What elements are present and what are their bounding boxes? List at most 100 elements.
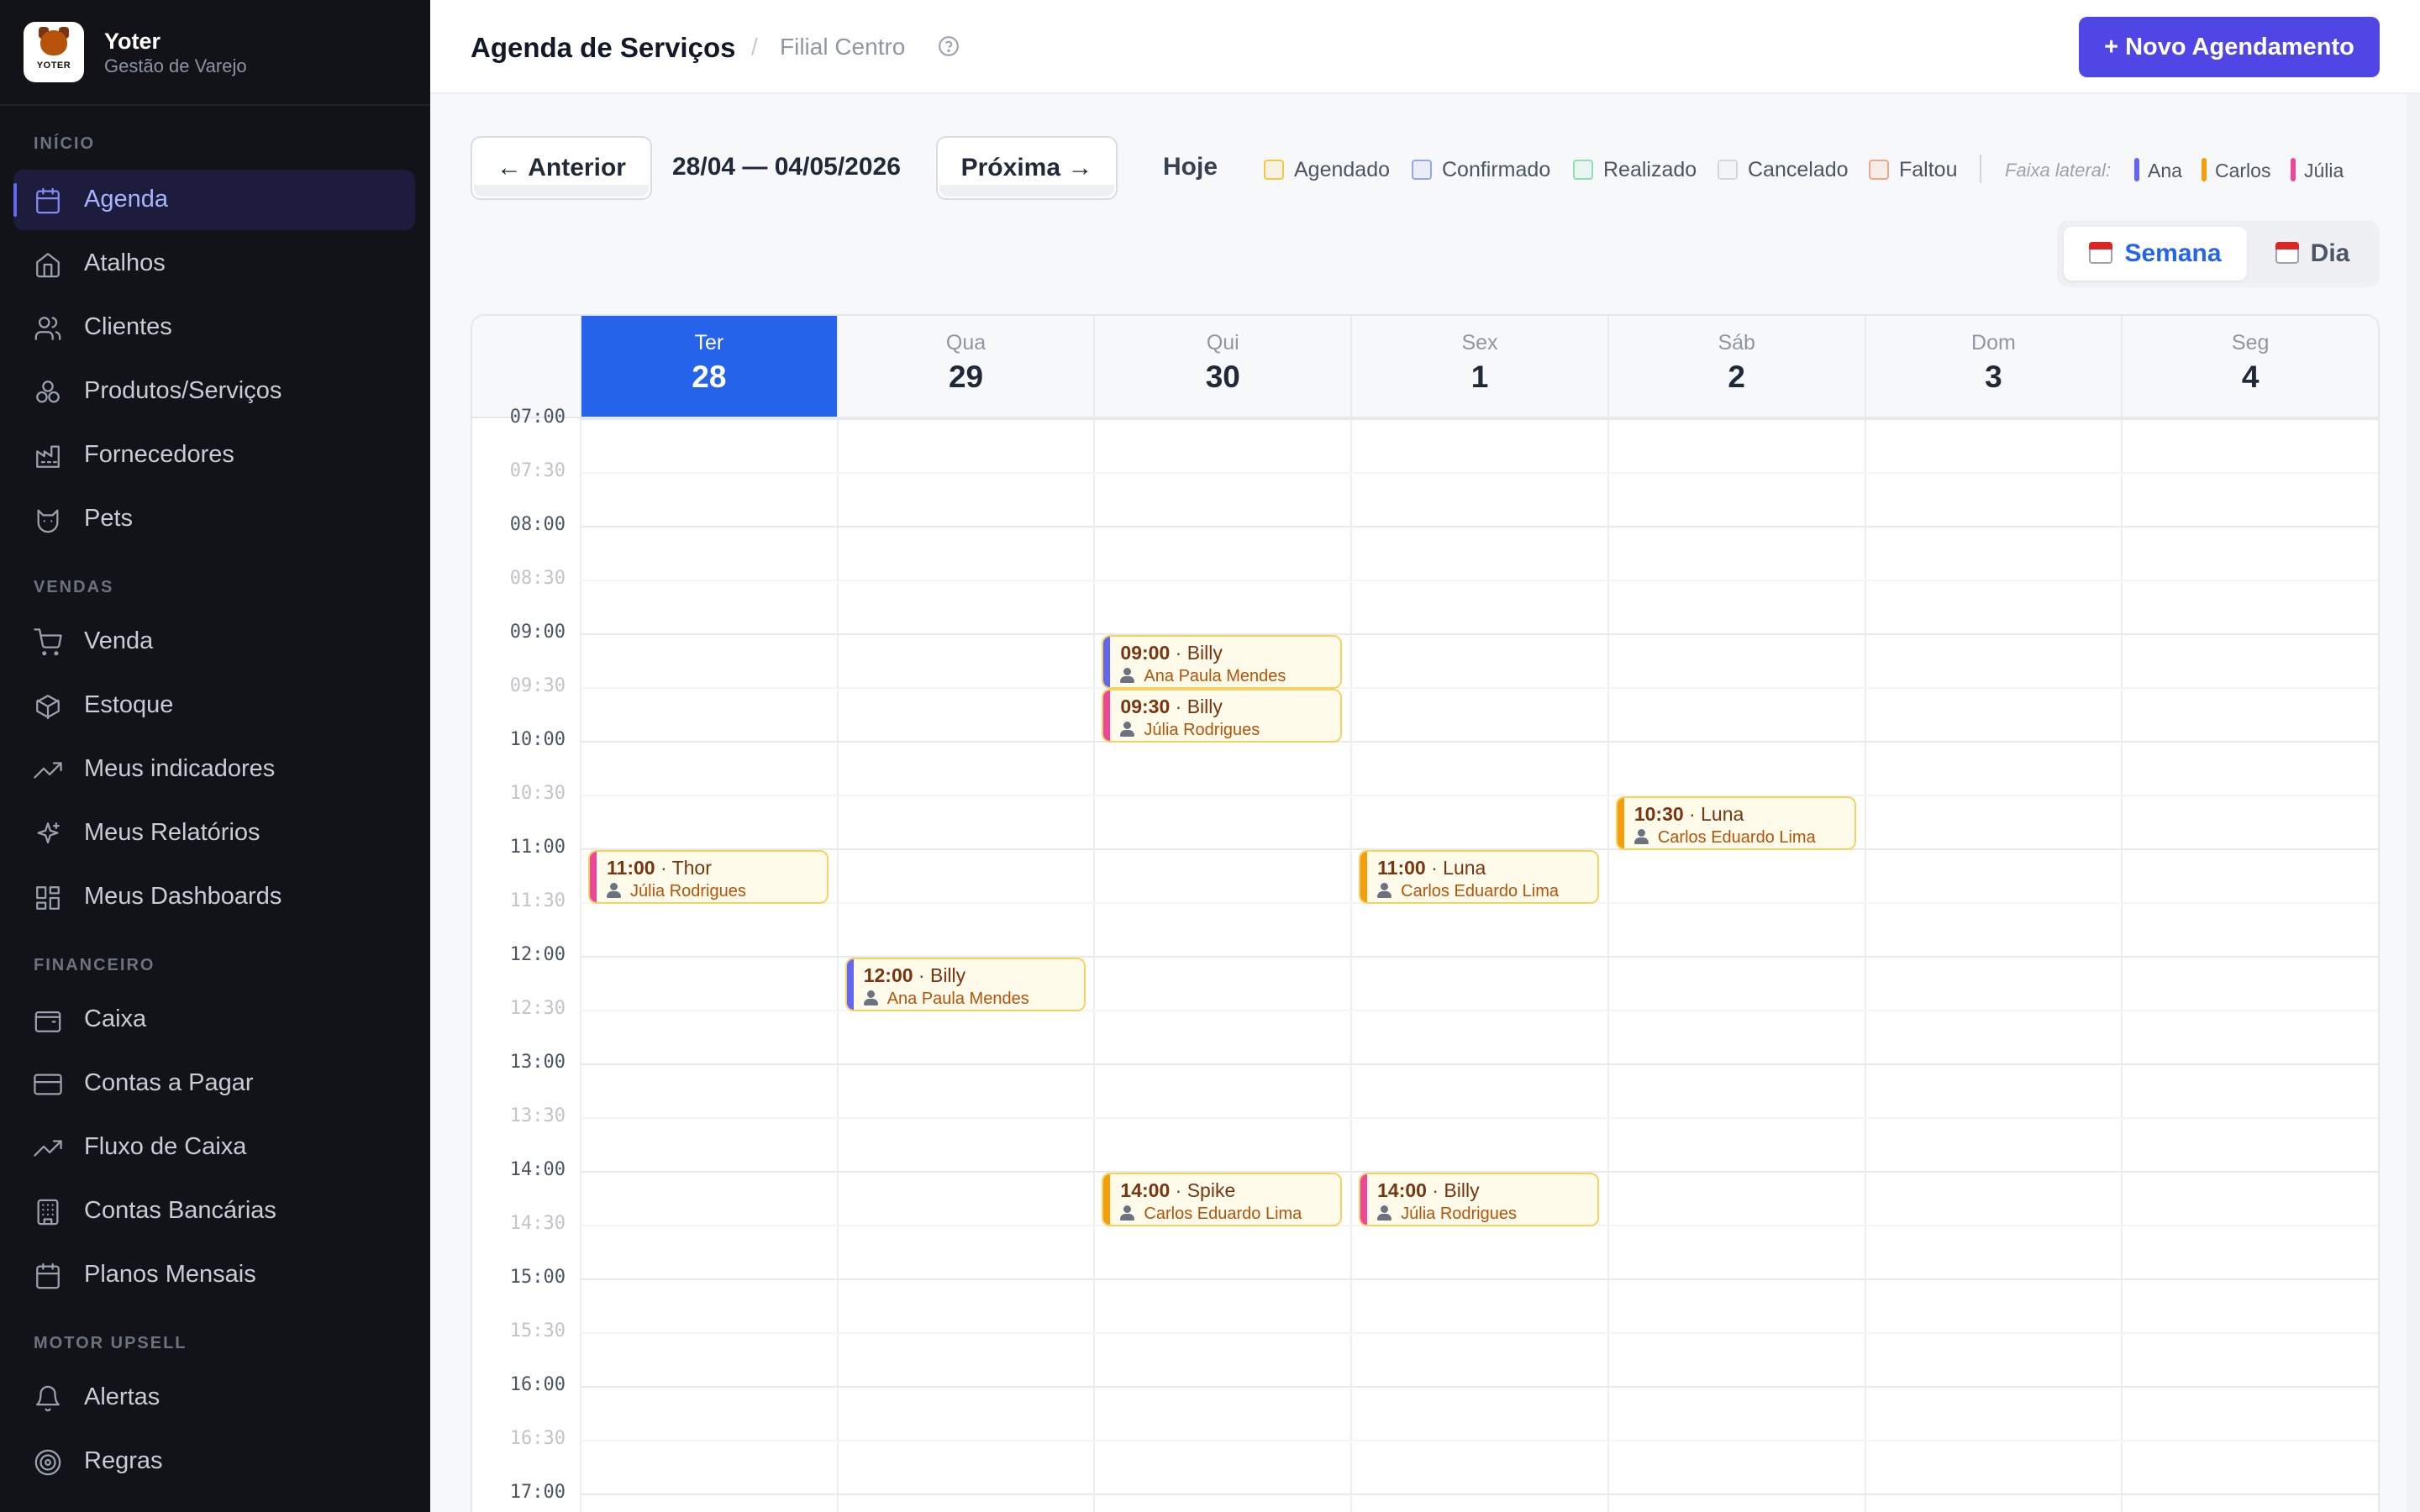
appointment-separator: · <box>1170 696 1187 717</box>
sidebar-item-label: Caixa <box>84 1005 147 1032</box>
time-column-divider <box>580 418 581 1512</box>
appointment-card[interactable]: 11:00 · Thor Júlia Rodrigues <box>588 850 829 904</box>
new-appointment-button[interactable]: + Novo Agendamento <box>2079 17 2380 77</box>
time-grid-line <box>580 580 2378 581</box>
appointment-card[interactable]: 14:00 · Billy Júlia Rodrigues <box>1359 1173 1600 1226</box>
day-view-button[interactable]: Dia <box>2252 227 2373 281</box>
day-column-divider <box>1350 418 1353 1512</box>
day-column-divider <box>836 418 839 1512</box>
appointment-staff: Carlos Eduardo Lima <box>1377 882 1559 901</box>
brand-header: YOTER Yoter Gestão de Varejo <box>0 0 430 106</box>
time-column-header <box>472 316 580 418</box>
building-icon <box>37 1199 59 1226</box>
appointment-time: 09:00 <box>1120 642 1171 664</box>
lane-label: Ana <box>2148 160 2182 181</box>
time-label: 09:00 <box>509 622 566 643</box>
sidebar-item-pets[interactable]: Pets <box>13 489 415 549</box>
appointment-staff: Júlia Rodrigues <box>1120 721 1260 740</box>
sidebar-item-label: Meus Dashboards <box>84 883 282 910</box>
appointment-pet: Spike <box>1186 1179 1236 1201</box>
day-header[interactable]: Qua 29 <box>836 316 1094 418</box>
appointment-staff: Carlos Eduardo Lima <box>1120 1205 1302 1224</box>
users-icon <box>34 317 61 340</box>
time-label: 16:00 <box>509 1374 566 1395</box>
sidebar-item-fornecedores[interactable]: Fornecedores <box>13 425 415 486</box>
person-icon <box>1120 1205 1135 1221</box>
day-header[interactable]: Dom 3 <box>1864 316 2122 418</box>
appointment-title: 09:30 · Billy <box>1120 696 1222 718</box>
appointment-title: 10:30 · Luna <box>1634 803 1744 826</box>
sidebar-item-fluxo-de-caixa[interactable]: Fluxo de Caixa <box>13 1117 415 1178</box>
person-icon <box>1377 883 1392 898</box>
day-number: 30 <box>1205 360 1240 394</box>
help-circle-icon[interactable] <box>938 35 960 57</box>
legend-label: Faltou <box>1899 158 1958 181</box>
day-header[interactable]: Ter 28 <box>580 316 837 418</box>
sidebar-item-clientes[interactable]: Clientes <box>13 297 415 358</box>
day-header[interactable]: Sáb 2 <box>1607 316 1865 418</box>
appointment-card[interactable]: 09:00 · Billy Ana Paula Mendes <box>1102 635 1343 689</box>
appointment-separator: · <box>1683 803 1702 825</box>
appointment-separator: · <box>1425 857 1444 879</box>
week-view-button[interactable]: Semana <box>2064 227 2247 281</box>
sidebar-item-estoque[interactable]: Estoque <box>13 675 415 736</box>
page-scrollbar[interactable] <box>2407 94 2420 1512</box>
breadcrumb-branch[interactable]: Filial Centro <box>780 34 905 60</box>
day-header[interactable]: Sex 1 <box>1350 316 1607 418</box>
time-label: 13:30 <box>509 1105 566 1126</box>
time-grid-line <box>580 526 2378 528</box>
main-content: ← Anterior 28/04 — 04/05/2026 Próxima → … <box>430 94 2420 1512</box>
appointment-title: 12:00 · Billy <box>864 964 965 987</box>
sidebar-item-contas-bancarias[interactable]: Contas Bancárias <box>13 1181 415 1242</box>
appointment-card[interactable]: 09:30 · Billy Júlia Rodrigues <box>1102 689 1343 743</box>
sidebar-item-label: Fluxo de Caixa <box>84 1133 247 1160</box>
brand-logo[interactable]: YOTER <box>24 22 84 82</box>
previous-week-button[interactable]: ← Anterior <box>471 136 652 200</box>
target-icon <box>34 1449 61 1476</box>
time-label: 09:30 <box>509 675 566 696</box>
appointment-card[interactable]: 11:00 · Luna Carlos Eduardo Lima <box>1359 850 1600 904</box>
sidebar-item-label: Planos Mensais <box>84 1261 256 1288</box>
time-label: 11:30 <box>509 890 566 911</box>
appointment-lane-bar <box>1103 1174 1111 1225</box>
page-title: Agenda de Serviços <box>471 32 736 63</box>
sidebar-item-contas-a-pagar[interactable]: Contas a Pagar <box>13 1053 415 1114</box>
appointment-card[interactable]: 10:30 · Luna Carlos Eduardo Lima <box>1615 796 1856 850</box>
sidebar-item-meus-dashboards[interactable]: Meus Dashboards <box>13 867 415 927</box>
day-header[interactable]: Qui 30 <box>1093 316 1351 418</box>
appointment-title: 11:00 · Luna <box>1377 857 1486 879</box>
appointment-lane-bar <box>590 852 597 902</box>
legend-swatch <box>1264 160 1284 180</box>
appointment-pet: Billy <box>1444 1179 1480 1201</box>
sidebar-item-agenda[interactable]: Agenda <box>13 170 415 230</box>
time-label: 08:30 <box>509 568 566 589</box>
day-number: 29 <box>948 360 984 394</box>
sidebar-item-label: Contas Bancárias <box>84 1197 276 1224</box>
calendar-icon <box>2275 242 2299 264</box>
appointment-staff-name: Carlos Eduardo Lima <box>1144 1205 1302 1223</box>
person-icon <box>1120 722 1135 737</box>
sidebar-item-alertas[interactable]: Alertas <box>13 1368 415 1428</box>
appointment-pet: Luna <box>1701 803 1744 825</box>
day-column-divider <box>1093 418 1096 1512</box>
appointment-card[interactable]: 14:00 · Spike Carlos Eduardo Lima <box>1102 1173 1343 1226</box>
today-button[interactable]: Hoje <box>1163 153 1218 181</box>
logo-dog-face <box>40 30 67 55</box>
appointment-staff: Carlos Eduardo Lima <box>1634 828 1816 848</box>
sidebar-item-atalhos[interactable]: Atalhos <box>13 234 415 294</box>
sidebar-item-venda[interactable]: Venda <box>13 612 415 672</box>
nav-section-title: VENDAS <box>34 578 114 596</box>
sidebar-item-meus-relatorios[interactable]: Meus Relatórios <box>13 803 415 864</box>
sidebar-item-caixa[interactable]: Caixa <box>13 990 415 1050</box>
day-header[interactable]: Seg 4 <box>2121 316 2378 418</box>
sidebar-item-label: Estoque <box>84 691 174 718</box>
sidebar-item-regras[interactable]: Regras <box>13 1431 415 1492</box>
next-week-button[interactable]: Próxima → <box>936 136 1118 200</box>
time-grid-line <box>580 741 2378 743</box>
sidebar-item-produtos-servicos[interactable]: Produtos/Serviços <box>13 361 415 422</box>
cart-icon <box>34 628 62 656</box>
appointment-card[interactable]: 12:00 · Billy Ana Paula Mendes <box>844 958 1086 1011</box>
sidebar-item-meus-indicadores[interactable]: Meus indicadores <box>13 739 415 800</box>
sidebar-item-planos-mensais[interactable]: Planos Mensais <box>13 1245 415 1305</box>
lane-swatch <box>2291 158 2296 181</box>
